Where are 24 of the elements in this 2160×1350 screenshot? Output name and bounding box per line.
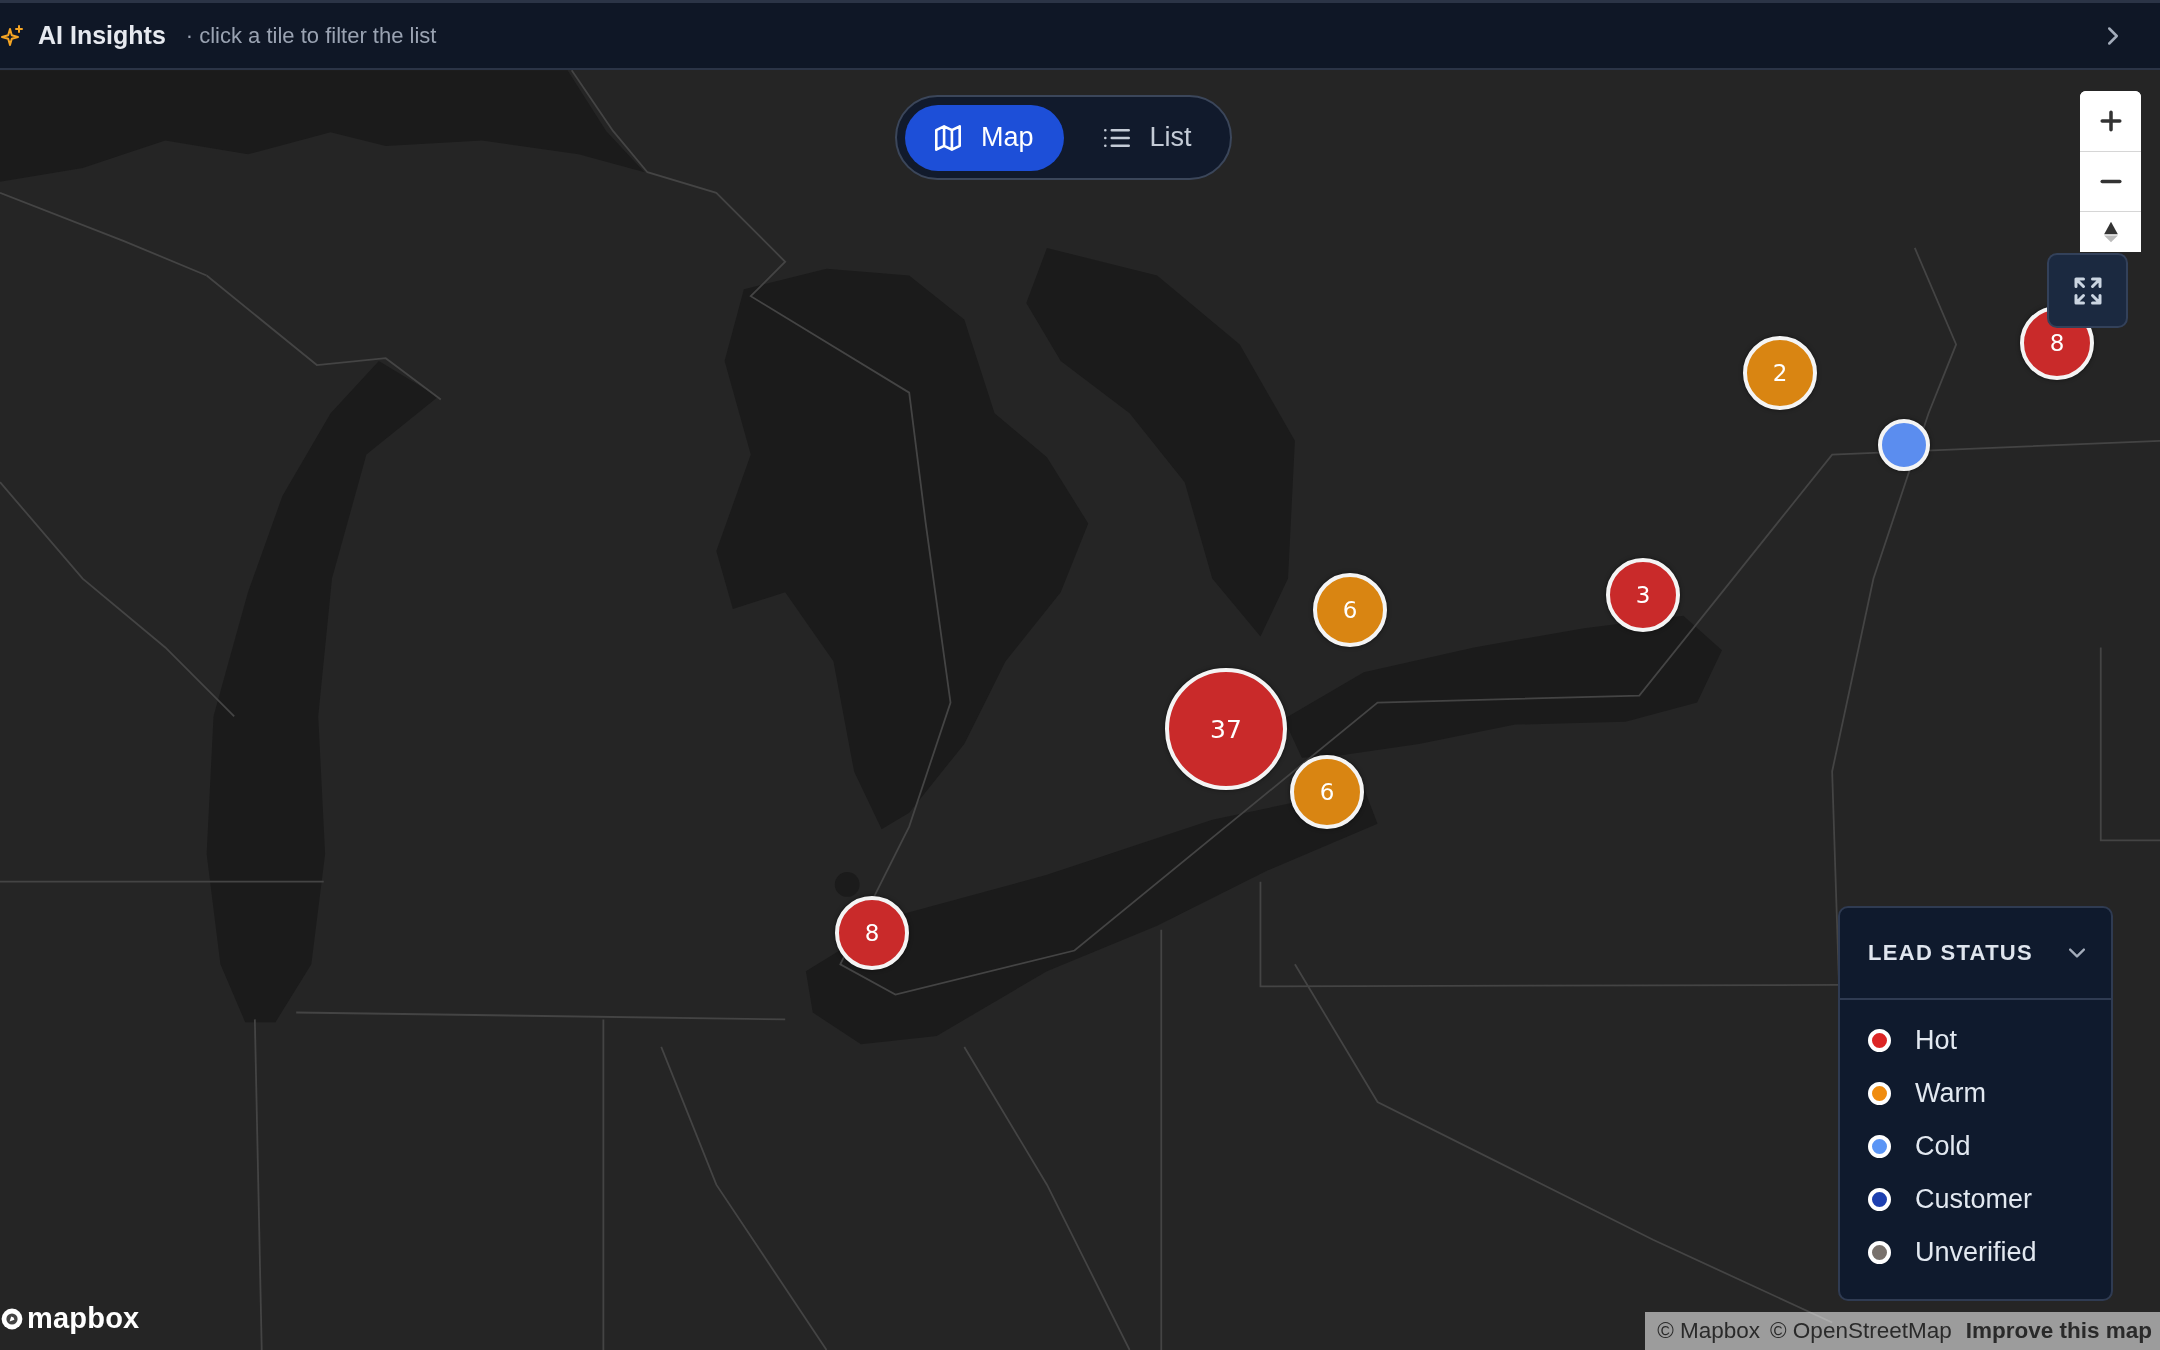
legend-label: Cold — [1915, 1131, 1971, 1162]
fullscreen-button[interactable] — [2047, 253, 2128, 328]
sparkle-icon — [0, 22, 24, 49]
legend-label: Customer — [1915, 1184, 2033, 1215]
fullscreen-icon — [2072, 275, 2103, 306]
attribution-link[interactable]: © Mapbox — [1657, 1318, 1761, 1344]
minus-icon — [2099, 179, 2122, 184]
logo-icon — [0, 1306, 24, 1331]
legend-header-button[interactable]: LEAD STATUS — [1840, 908, 2111, 1000]
attribution-link[interactable]: Improve this map — [1965, 1318, 2152, 1344]
legend-label: Unverified — [1915, 1237, 2037, 1268]
map-icon — [935, 124, 961, 151]
north-arrow-icon — [2102, 220, 2119, 244]
panel-title: AI Insights — [38, 21, 166, 50]
view-tab[interactable]: Map — [905, 104, 1064, 171]
chevron-right-icon — [2108, 26, 2118, 45]
legend-label: Hot — [1915, 1025, 1958, 1056]
panel-hint: · click a tile to filter the list — [185, 22, 437, 49]
plus-icon — [2099, 110, 2122, 132]
view-tab[interactable]: List — [1073, 104, 1222, 171]
chevron-down-icon — [2069, 948, 2085, 958]
legend-label: Warm — [1915, 1078, 1986, 1109]
logo-wordmark: mapbox — [27, 1302, 140, 1335]
attribution-link[interactable]: © OpenStreetMap — [1770, 1318, 1952, 1344]
